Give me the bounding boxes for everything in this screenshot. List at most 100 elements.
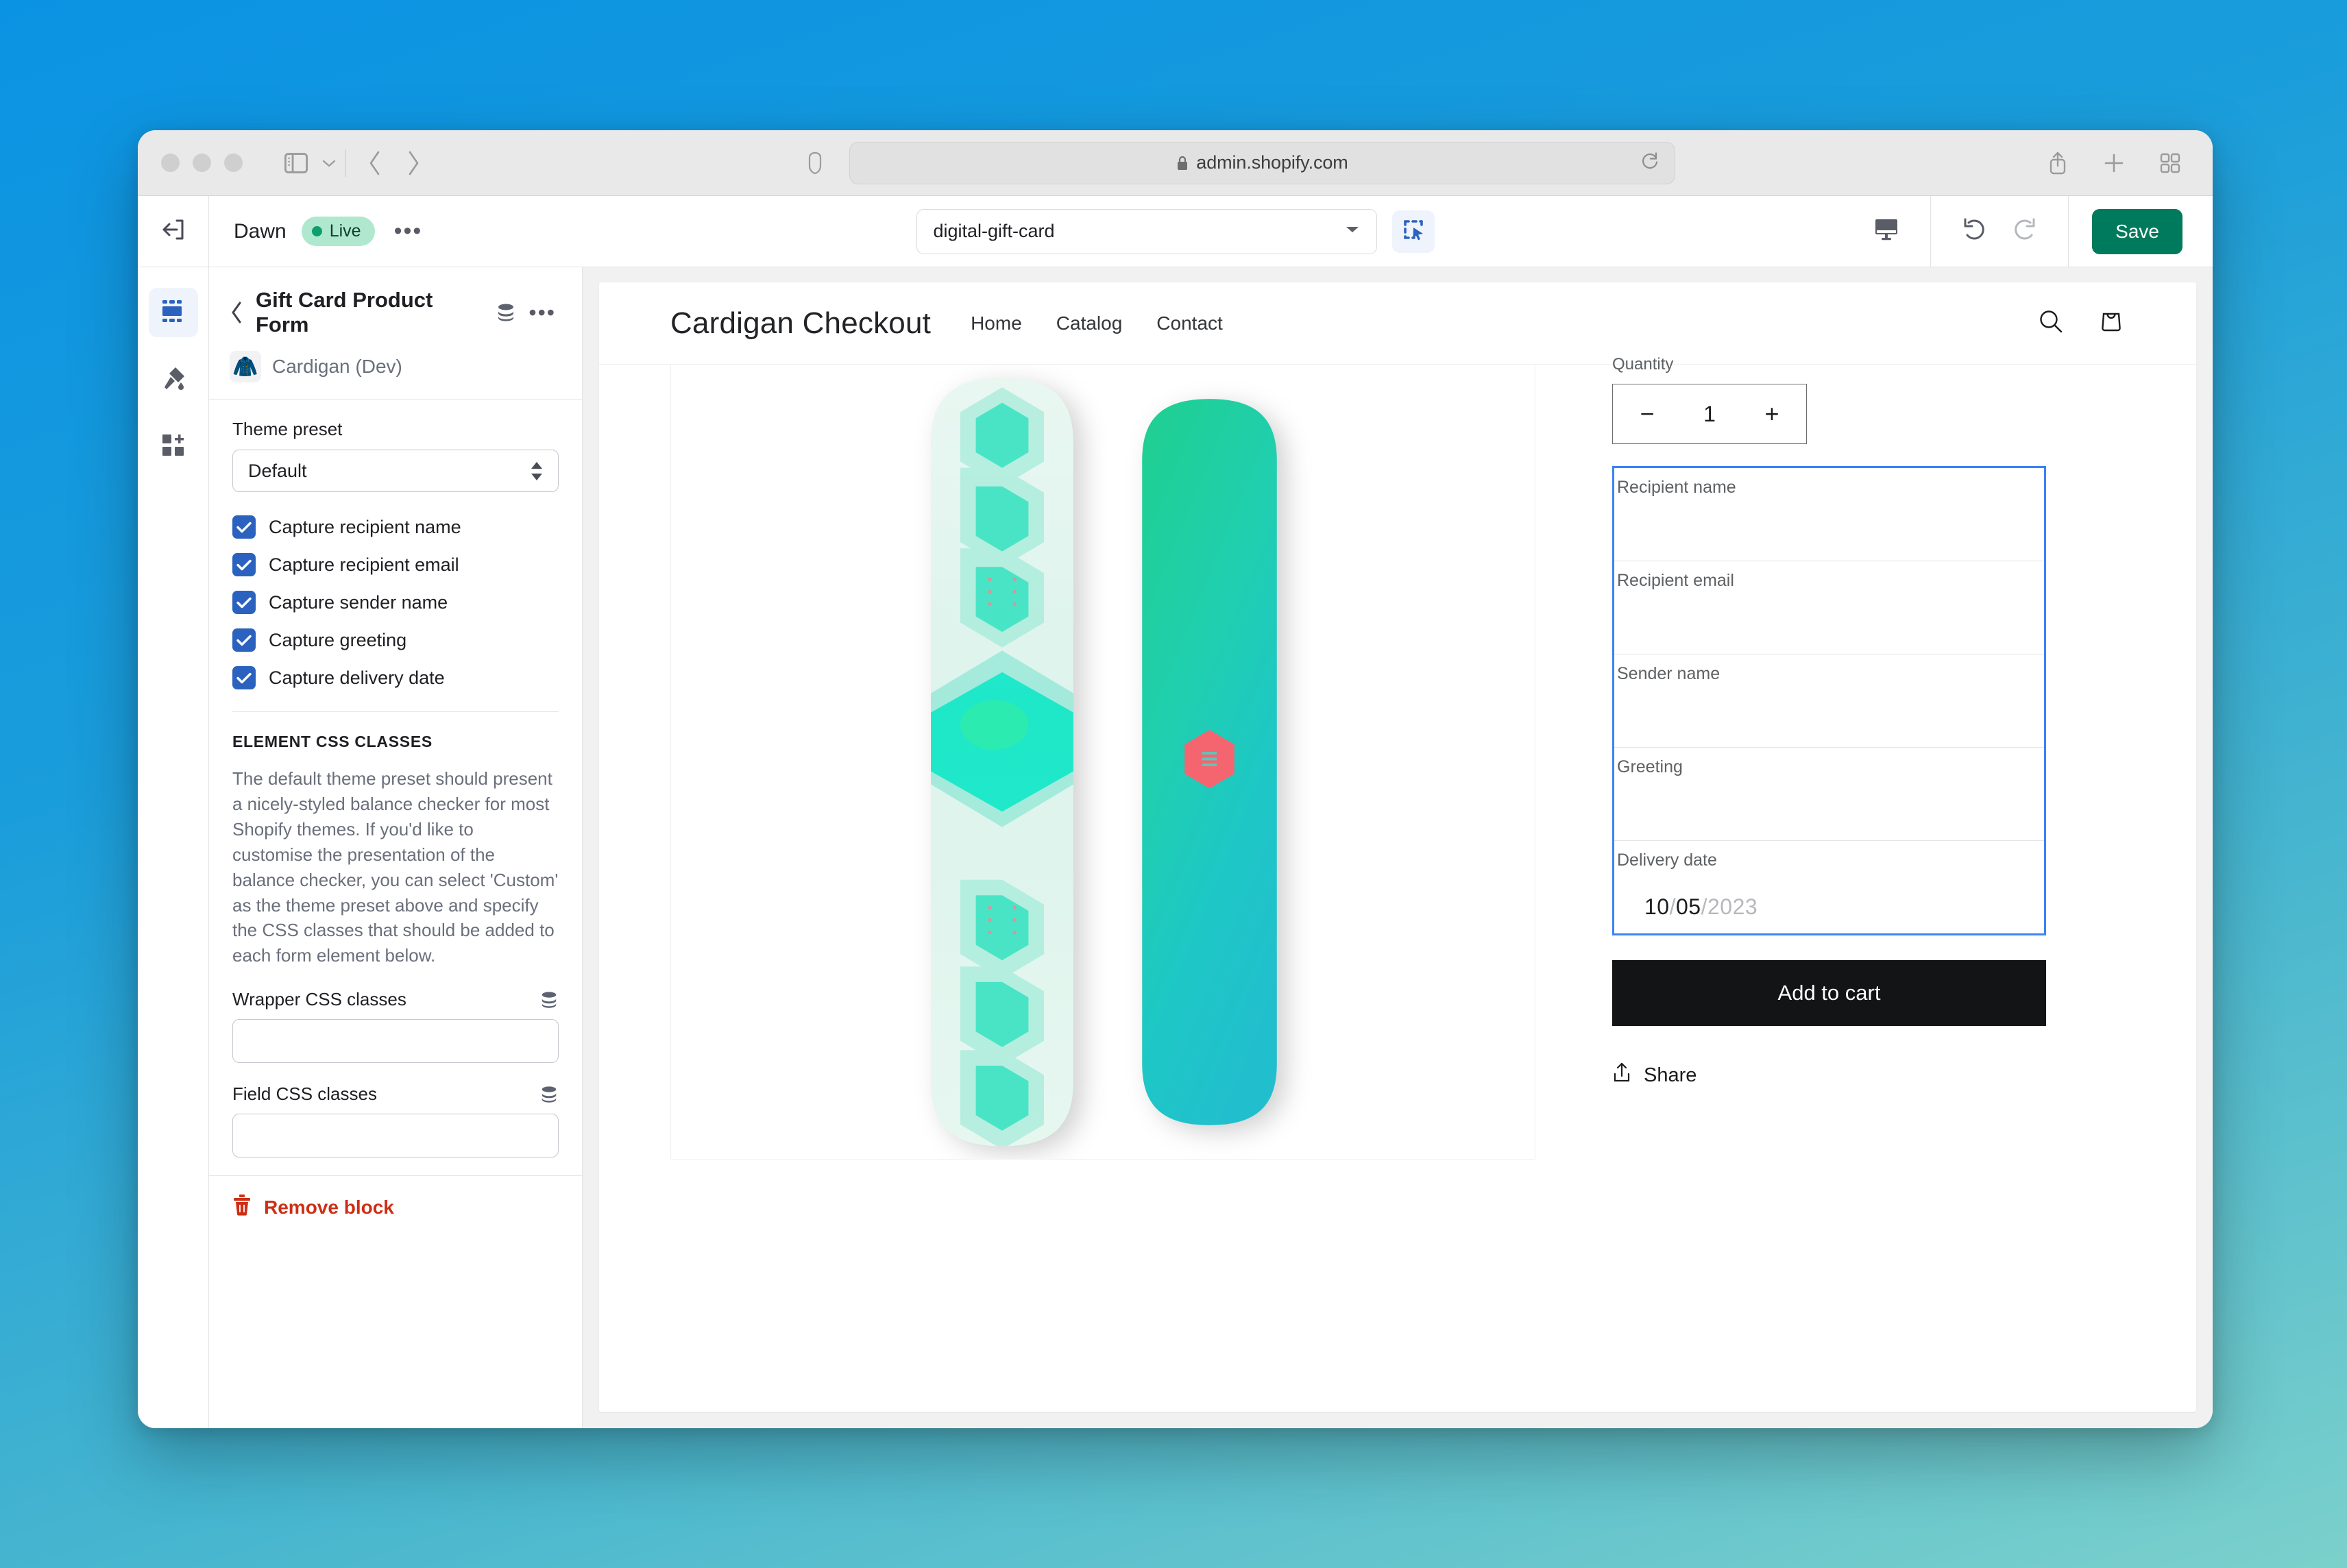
theme-editor-topbar: Dawn Live ••• digital-gift-card Save (138, 196, 2213, 267)
app-name-label: Cardigan (Dev) (272, 356, 402, 377)
browser-window: admin.shopify.com Dawn Live ••• digital-… (138, 130, 2213, 1428)
maximize-window-button[interactable] (224, 154, 243, 172)
field-css-input[interactable] (232, 1114, 559, 1158)
editor-icon-rail (138, 267, 209, 1428)
minimize-window-button[interactable] (193, 154, 211, 172)
dynamic-source-icon[interactable] (496, 303, 516, 322)
undo-button[interactable] (1950, 207, 1999, 256)
share-button[interactable]: Share (1612, 1062, 2125, 1089)
address-bar-text: admin.shopify.com (1196, 152, 1348, 173)
delivery-date-field: Delivery date 10/05/2023 (1614, 841, 2044, 933)
privacy-shield-icon[interactable] (796, 144, 834, 182)
page-selector-value: digital-gift-card (933, 221, 1055, 241)
add-to-cart-button[interactable]: Add to cart (1612, 960, 2046, 1026)
exit-editor-button[interactable] (138, 196, 209, 267)
product-media-column (670, 365, 1535, 1412)
exit-editor-icon (160, 217, 186, 246)
greeting-field: Greeting (1614, 748, 2044, 841)
recipient-name-input[interactable] (1614, 507, 2044, 561)
quantity-decrement-button[interactable]: − (1633, 400, 1661, 428)
element-select-icon (1400, 217, 1426, 246)
sender-name-label: Sender name (1617, 664, 1720, 683)
rail-item-sections[interactable] (148, 288, 198, 337)
checkbox-row[interactable]: Capture recipient email (232, 553, 559, 576)
storefront-preview[interactable]: Cardigan Checkout Home Catalog Contact Q… (599, 282, 2196, 1412)
nav-link-catalog[interactable]: Catalog (1056, 313, 1123, 334)
checkbox-capture-recipient-email[interactable] (232, 553, 256, 576)
panel-scroll-area[interactable]: Theme preset Default Capture recipient n… (209, 400, 582, 1428)
close-window-button[interactable] (161, 154, 180, 172)
quantity-value: 1 (1703, 401, 1716, 426)
sidebar-toggle-icon[interactable] (277, 144, 315, 182)
store-logo[interactable]: Cardigan Checkout (670, 306, 931, 341)
gift-card-product-form[interactable]: Recipient name Recipient email Sender na… (1612, 466, 2046, 935)
shopping-bag-icon[interactable] (2097, 308, 2125, 339)
forward-chevron-icon[interactable] (394, 144, 433, 182)
wrapper-css-input[interactable] (232, 1019, 559, 1064)
date-year: 2023 (1707, 894, 1758, 919)
checkbox-row[interactable]: Capture recipient name (232, 515, 559, 539)
recipient-name-field: Recipient name (1614, 468, 2044, 561)
checkbox-row[interactable]: Capture sender name (232, 591, 559, 614)
nav-link-contact[interactable]: Contact (1156, 313, 1223, 334)
quantity-stepper[interactable]: − 1 + (1612, 384, 1807, 444)
checkbox-label: Capture recipient name (269, 516, 461, 537)
delivery-date-label: Delivery date (1617, 850, 1717, 870)
redo-icon (2010, 217, 2038, 246)
editor-body: Gift Card Product Form ••• 🧥 Cardigan (D… (138, 267, 2213, 1428)
greeting-label: Greeting (1617, 757, 1683, 776)
desktop-preview-icon (1874, 218, 1899, 245)
share-icon[interactable] (2039, 144, 2077, 182)
quantity-label: Quantity (1612, 355, 1674, 373)
dynamic-source-icon[interactable] (539, 991, 559, 1009)
product-image-card[interactable] (670, 365, 1535, 1160)
page-selector[interactable]: digital-gift-card (916, 208, 1377, 254)
sidebar-dropdown-icon[interactable] (315, 144, 343, 182)
checkbox-capture-recipient-name[interactable] (232, 515, 256, 539)
recipient-email-label: Recipient email (1617, 571, 1734, 590)
address-bar[interactable]: admin.shopify.com (849, 141, 1675, 184)
remove-block-button[interactable]: Remove block (232, 1194, 559, 1221)
redo-button[interactable] (1999, 207, 2049, 256)
dynamic-source-icon[interactable] (539, 1086, 559, 1103)
paint-roller-icon (160, 365, 187, 395)
checkbox-capture-sender-name[interactable] (232, 591, 256, 614)
recipient-email-input[interactable] (1614, 600, 2044, 654)
theme-preview-area: Cardigan Checkout Home Catalog Contact Q… (583, 267, 2213, 1428)
browser-chrome: admin.shopify.com (138, 130, 2213, 196)
storefront-nav: Home Catalog Contact (971, 313, 1223, 334)
desktop-preview-button[interactable] (1862, 207, 1911, 256)
tab-grid-icon[interactable] (2151, 144, 2189, 182)
sender-name-input[interactable] (1614, 694, 2044, 747)
back-chevron-icon[interactable] (356, 144, 394, 182)
rail-item-theme-settings[interactable] (149, 355, 198, 404)
save-button[interactable]: Save (2092, 208, 2182, 254)
reload-icon[interactable] (1640, 151, 1659, 175)
quantity-increment-button[interactable]: + (1758, 400, 1786, 428)
greeting-input[interactable] (1614, 787, 2044, 840)
window-traffic-lights (161, 154, 243, 172)
checkbox-capture-delivery-date[interactable] (232, 666, 256, 689)
share-upload-icon (1612, 1062, 1631, 1089)
search-icon[interactable] (2037, 308, 2065, 339)
checkbox-capture-greeting[interactable] (232, 628, 256, 652)
theme-actions-menu-button[interactable]: ••• (390, 219, 427, 244)
css-section-description: The default theme preset should present … (232, 768, 559, 966)
checkbox-row[interactable]: Capture delivery date (232, 666, 559, 689)
panel-back-button[interactable] (230, 301, 243, 324)
undo-icon (1961, 217, 1989, 246)
delivery-date-input[interactable]: 10/05/2023 (1614, 880, 2044, 933)
checkbox-label: Capture greeting (269, 629, 407, 650)
block-settings-panel: Gift Card Product Form ••• 🧥 Cardigan (D… (209, 267, 583, 1428)
sender-name-field: Sender name (1614, 654, 2044, 748)
snowboard-image-light (930, 378, 1073, 1146)
panel-more-actions-button[interactable]: ••• (528, 302, 559, 323)
theme-preset-select[interactable]: Default (232, 450, 559, 492)
nav-link-home[interactable]: Home (971, 313, 1022, 334)
chevron-down-icon (1345, 225, 1360, 238)
element-select-tool-button[interactable] (1391, 210, 1435, 253)
checkbox-row[interactable]: Capture greeting (232, 628, 559, 652)
product-page-body: Quantity − 1 + Recipient name Recipient … (599, 355, 2196, 1412)
rail-item-apps[interactable] (149, 422, 198, 471)
plus-icon[interactable] (2095, 144, 2133, 182)
